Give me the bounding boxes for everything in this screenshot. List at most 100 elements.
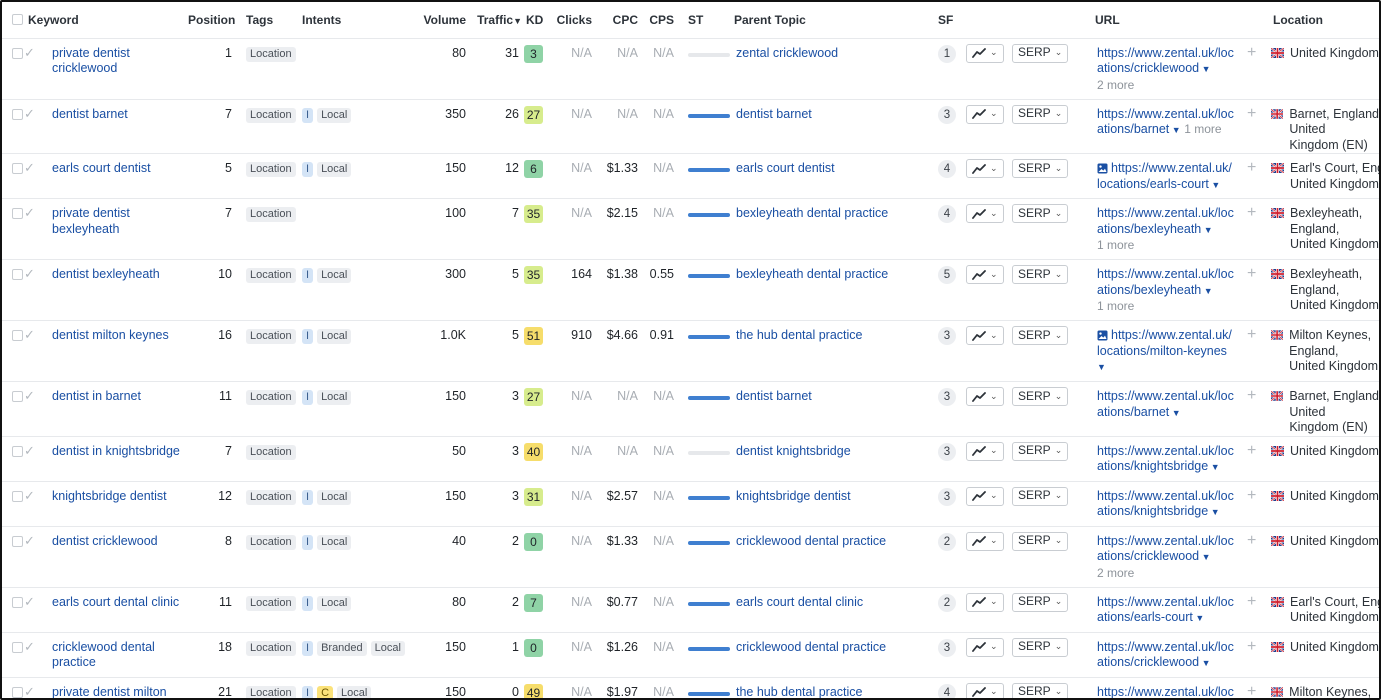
keyword-link[interactable]: private dentist cricklewood: [52, 46, 130, 76]
keyword-link[interactable]: earls court dental clinic: [52, 595, 179, 609]
url-dropdown-icon[interactable]: ▼: [1199, 552, 1211, 562]
parent-topic-link[interactable]: bexleyheath dental practice: [736, 267, 888, 281]
add-url-icon[interactable]: +: [1247, 204, 1256, 221]
trend-chart-button[interactable]: ⌄: [966, 486, 1004, 506]
col-parent-topic[interactable]: Parent Topic: [730, 2, 934, 39]
parent-topic-link[interactable]: earls court dental clinic: [736, 595, 863, 609]
url-dropdown-icon[interactable]: ▼: [1169, 125, 1181, 135]
row-checkbox[interactable]: [12, 330, 23, 341]
serp-button[interactable]: SERP ⌄: [1012, 387, 1069, 406]
url-dropdown-icon[interactable]: ▼: [1209, 180, 1220, 190]
parent-topic-link[interactable]: knightsbridge dentist: [736, 489, 851, 503]
keyword-link[interactable]: earls court dentist: [52, 161, 151, 175]
add-url-icon[interactable]: +: [1247, 593, 1256, 610]
keyword-link[interactable]: dentist in barnet: [52, 389, 141, 403]
sf-count[interactable]: 3: [938, 487, 956, 506]
col-intents[interactable]: Intents: [298, 2, 416, 39]
url-link[interactable]: https://www.zental.uk/locations/milton-k…: [1097, 685, 1239, 699]
url-link[interactable]: https://www.zental.uk/loc ations/cricklew…: [1097, 640, 1239, 672]
tag-badge[interactable]: Location: [246, 685, 296, 698]
add-url-icon[interactable]: +: [1247, 387, 1256, 404]
url-link[interactable]: https://www.zental.uk/loc ations/bexleyhe…: [1097, 267, 1239, 299]
add-url-icon[interactable]: +: [1247, 638, 1256, 655]
url-link[interactable]: https://www.zental.uk/loc ations/bexleyhe…: [1097, 206, 1239, 238]
url-more-count[interactable]: 2 more: [1097, 566, 1239, 582]
add-url-icon[interactable]: +: [1247, 265, 1256, 282]
sf-count[interactable]: 3: [938, 638, 956, 657]
parent-topic-link[interactable]: bexleyheath dental practice: [736, 206, 888, 220]
trend-chart-button[interactable]: ⌄: [966, 159, 1004, 178]
row-checkbox[interactable]: [12, 163, 23, 174]
parent-topic-link[interactable]: dentist barnet: [736, 389, 812, 403]
url-link[interactable]: https://www.zental.uk/locations/milton-k…: [1097, 328, 1239, 376]
serp-button[interactable]: SERP ⌄: [1012, 104, 1069, 124]
tag-badge[interactable]: Location: [246, 390, 296, 405]
tag-badge[interactable]: Location: [246, 207, 296, 222]
serp-button[interactable]: SERP ⌄: [1012, 265, 1069, 284]
serp-button[interactable]: SERP ⌄: [1012, 441, 1069, 461]
tag-badge[interactable]: Location: [246, 640, 296, 656]
add-url-icon[interactable]: +: [1247, 105, 1256, 122]
sf-count[interactable]: 3: [938, 388, 956, 406]
tag-badge[interactable]: Location: [246, 46, 296, 62]
col-sf[interactable]: SF: [934, 2, 1091, 39]
sf-count[interactable]: 4: [938, 160, 956, 178]
col-clicks[interactable]: Clicks: [552, 2, 596, 39]
url-dropdown-icon[interactable]: ▼: [1199, 64, 1211, 74]
url-link[interactable]: https://www.zental.uk/loc ations/cricklew…: [1097, 534, 1239, 566]
tag-badge[interactable]: Location: [246, 595, 296, 611]
sf-count[interactable]: 3: [938, 327, 956, 345]
url-dropdown-icon[interactable]: ▼: [1193, 613, 1204, 623]
tag-badge[interactable]: Location: [246, 534, 296, 550]
col-position[interactable]: Position: [184, 2, 236, 39]
url-dropdown-icon[interactable]: ▼: [1169, 408, 1181, 418]
col-traffic-sort[interactable]: Traffic▼: [470, 2, 522, 39]
serp-button[interactable]: SERP ⌄: [1012, 159, 1069, 178]
row-checkbox[interactable]: [12, 208, 23, 219]
trend-chart-button[interactable]: ⌄: [966, 265, 1004, 284]
table-row[interactable]: ✓ dentist milton keynes 16 Location I Local 1.…: [2, 320, 1379, 382]
keyword-link[interactable]: dentist in knightsbridge: [52, 444, 180, 458]
trend-chart-button[interactable]: ⌄: [966, 104, 1004, 124]
add-url-icon[interactable]: +: [1247, 487, 1256, 504]
row-checkbox[interactable]: [12, 108, 23, 120]
tag-badge[interactable]: Location: [246, 107, 296, 123]
parent-topic-link[interactable]: earls court dentist: [736, 161, 835, 175]
row-checkbox[interactable]: [12, 391, 23, 402]
url-dropdown-icon[interactable]: ▼: [1201, 225, 1213, 235]
trend-chart-button[interactable]: ⌄: [966, 387, 1004, 406]
sf-count[interactable]: 4: [938, 205, 956, 223]
col-keyword[interactable]: Keyword: [24, 2, 184, 39]
row-checkbox[interactable]: [12, 686, 23, 698]
trend-chart-button[interactable]: ⌄: [966, 441, 1004, 461]
col-st[interactable]: ST: [678, 2, 730, 39]
serp-button[interactable]: SERP ⌄: [1012, 531, 1069, 551]
trend-chart-button[interactable]: ⌄: [966, 637, 1004, 657]
url-dropdown-icon[interactable]: ▼: [1208, 462, 1220, 472]
url-dropdown-icon[interactable]: ▼: [1208, 507, 1220, 517]
sf-count[interactable]: 3: [938, 105, 956, 124]
trend-chart-button[interactable]: ⌄: [966, 204, 1004, 223]
row-checkbox[interactable]: [12, 641, 23, 653]
tag-badge[interactable]: Location: [246, 444, 296, 460]
url-link[interactable]: https://www.zental.uk/locations/earls-co…: [1097, 161, 1239, 193]
table-row[interactable]: ✓ dentist barnet 7 Location I Local 350 26 27 N/A…: [2, 99, 1379, 154]
table-row[interactable]: ✓ earls court dentist 5 Location I Local 150 12…: [2, 153, 1379, 199]
url-link[interactable]: https://www.zental.uk/loc ations/cricklew…: [1097, 46, 1239, 78]
sf-count[interactable]: 1: [938, 44, 956, 63]
serp-button[interactable]: SERP ⌄: [1012, 204, 1069, 223]
sf-count[interactable]: 2: [938, 593, 956, 612]
url-link[interactable]: https://www.zental.uk/loc ations/knightsb…: [1097, 489, 1239, 521]
parent-topic-link[interactable]: cricklewood dental practice: [736, 640, 886, 654]
serp-button[interactable]: SERP ⌄: [1012, 43, 1069, 63]
serp-button[interactable]: SERP ⌄: [1012, 326, 1069, 345]
col-url[interactable]: URL: [1091, 2, 1270, 39]
add-url-icon[interactable]: +: [1247, 326, 1256, 343]
url-dropdown-icon[interactable]: ▼: [1199, 658, 1211, 668]
keyword-link[interactable]: knightsbridge dentist: [52, 489, 167, 503]
col-volume[interactable]: Volume: [416, 2, 470, 39]
parent-topic-link[interactable]: dentist barnet: [736, 107, 812, 121]
table-row[interactable]: ✓ private dentist cricklewood 1 Location 80 3…: [2, 38, 1379, 100]
tag-badge[interactable]: Location: [246, 162, 296, 177]
trend-chart-button[interactable]: ⌄: [966, 326, 1004, 345]
